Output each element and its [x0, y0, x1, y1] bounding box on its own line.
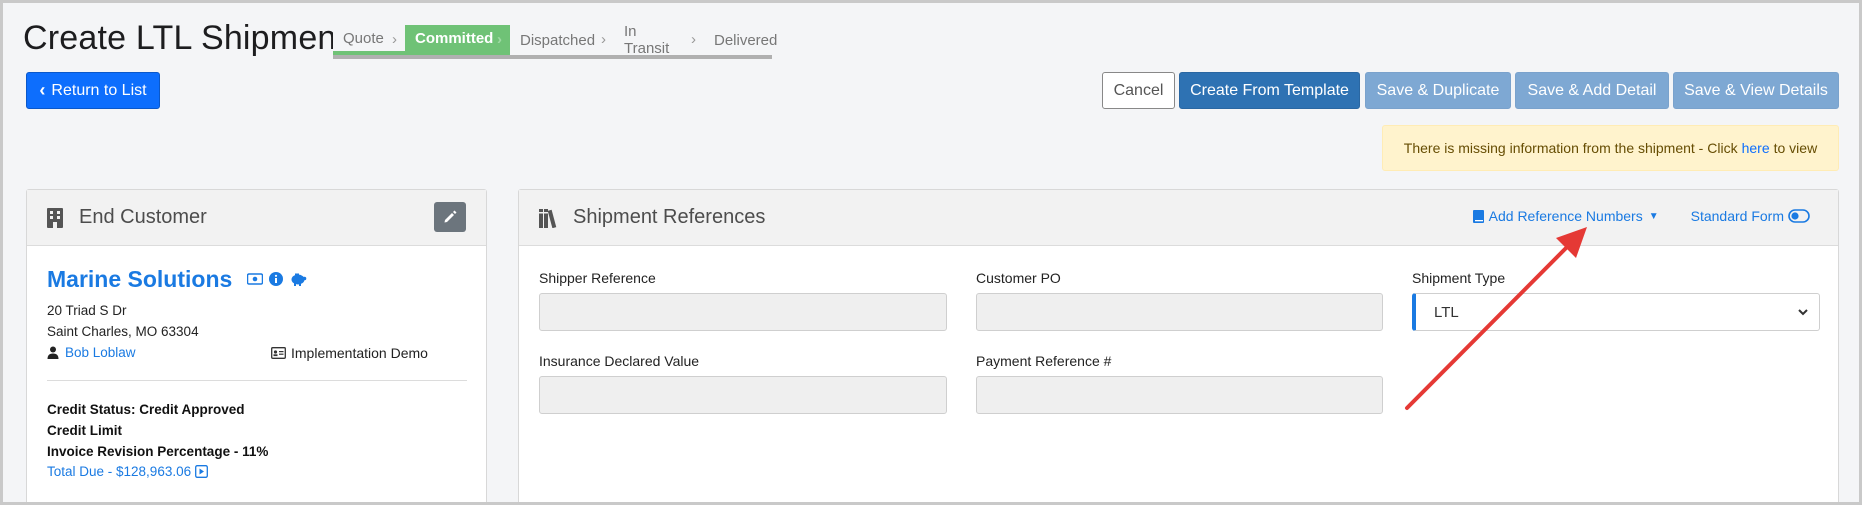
divider — [47, 380, 467, 381]
customer-name[interactable]: Marine Solutions — [47, 266, 232, 293]
book-icon — [1472, 209, 1484, 223]
shipper-reference-input[interactable] — [539, 293, 947, 331]
edit-customer-button[interactable] — [434, 202, 466, 232]
chevron-right-icon: › — [691, 31, 696, 48]
account-label: Implementation Demo — [271, 345, 428, 361]
shipment-references-header: Shipment References Add Reference Number… — [519, 190, 1838, 246]
step-label: Quote — [343, 29, 384, 47]
return-label: Return to List — [51, 81, 147, 99]
cancel-button[interactable]: Cancel — [1102, 72, 1175, 109]
account-name: Implementation Demo — [291, 345, 428, 361]
money-icon[interactable] — [247, 273, 263, 285]
pencil-icon — [444, 210, 457, 223]
step-label: Dispatched — [520, 31, 596, 49]
add-reference-numbers-dropdown[interactable]: Add Reference Numbers ▼ — [1472, 208, 1659, 224]
standard-form-label: Standard Form — [1690, 208, 1784, 224]
step-delivered: Delivered — [704, 25, 777, 55]
shipment-type-value: LTL — [1434, 303, 1459, 321]
step-quote: Quote › — [333, 25, 405, 55]
user-icon — [47, 346, 59, 359]
alert-suffix: to view — [1773, 140, 1818, 156]
chevron-left-icon: ‹ — [39, 80, 46, 100]
payment-reference-label: Payment Reference # — [976, 353, 1112, 369]
shipment-type-label: Shipment Type — [1412, 270, 1506, 286]
id-card-icon — [271, 347, 286, 359]
toggle-off-icon — [1788, 209, 1810, 223]
payment-reference-input[interactable] — [976, 376, 1383, 414]
step-label: Committed — [415, 29, 494, 47]
header-links: Add Reference Numbers ▼ Standard Form — [1472, 208, 1810, 224]
credit-status: Credit Status: Credit Approved — [47, 402, 245, 417]
insurance-input[interactable] — [539, 376, 947, 414]
missing-info-alert: There is missing information from the sh… — [1382, 125, 1839, 171]
end-customer-title: End Customer — [79, 206, 207, 228]
chevron-right-icon: › — [497, 31, 502, 48]
info-icon[interactable] — [269, 272, 283, 286]
contact-link[interactable]: Bob Loblaw — [47, 345, 136, 360]
step-in-transit: In Transit › — [614, 23, 704, 57]
building-icon — [47, 207, 65, 228]
alert-here-link[interactable]: here — [1742, 140, 1770, 156]
shipper-reference-label: Shipper Reference — [539, 270, 656, 286]
piggy-bank-icon[interactable] — [289, 272, 307, 286]
invoice-revision: Invoice Revision Percentage - 11% — [47, 444, 269, 459]
customer-po-label: Customer PO — [976, 270, 1061, 286]
play-square-icon — [195, 465, 209, 478]
step-label: In Transit — [624, 23, 670, 57]
end-customer-card: End Customer Marine Solutions 20 Triad S… — [26, 189, 487, 502]
shipment-type-select[interactable]: LTL — [1412, 293, 1820, 331]
customer-icons — [247, 272, 307, 286]
credit-limit: Credit Limit — [47, 423, 123, 438]
caret-down-icon: ▼ — [1648, 210, 1659, 222]
chevron-down-icon — [1798, 309, 1808, 316]
total-due-link[interactable]: Total Due - $128,963.06 — [47, 464, 209, 479]
return-to-list-button[interactable]: ‹ Return to List — [26, 72, 160, 109]
customer-po-input[interactable] — [976, 293, 1383, 331]
step-committed: Committed › — [405, 25, 510, 55]
standard-form-toggle[interactable]: Standard Form — [1691, 208, 1810, 224]
save-duplicate-button[interactable]: Save & Duplicate — [1365, 72, 1511, 109]
add-reference-label: Add Reference Numbers — [1488, 208, 1643, 224]
save-view-details-button[interactable]: Save & View Details — [1673, 72, 1839, 109]
address-line-1: 20 Triad S Dr — [47, 303, 127, 318]
alert-text: There is missing information from the sh… — [1403, 140, 1738, 156]
end-customer-header: End Customer — [27, 190, 486, 246]
insurance-label: Insurance Declared Value — [539, 353, 700, 369]
shipment-references-title: Shipment References — [573, 206, 766, 228]
address-line-2: Saint Charles, MO 63304 — [47, 324, 199, 339]
chevron-right-icon: › — [601, 31, 606, 48]
books-icon — [539, 208, 559, 228]
chevron-right-icon: › — [392, 31, 397, 48]
create-from-template-button[interactable]: Create From Template — [1179, 72, 1360, 109]
status-stepper: Quote › Committed › Dispatched › In Tran… — [333, 23, 777, 59]
page-title: Create LTL Shipment — [23, 19, 347, 57]
contact-name: Bob Loblaw — [65, 345, 136, 360]
step-label: Delivered — [714, 31, 778, 49]
app-window: Create LTL Shipment Quote › Committed › … — [0, 0, 1862, 505]
step-dispatched: Dispatched › — [510, 25, 614, 55]
save-add-detail-button[interactable]: Save & Add Detail — [1515, 72, 1669, 109]
total-due-text: Total Due - $128,963.06 — [47, 464, 192, 479]
shipment-references-card: Shipment References Add Reference Number… — [518, 189, 1839, 502]
